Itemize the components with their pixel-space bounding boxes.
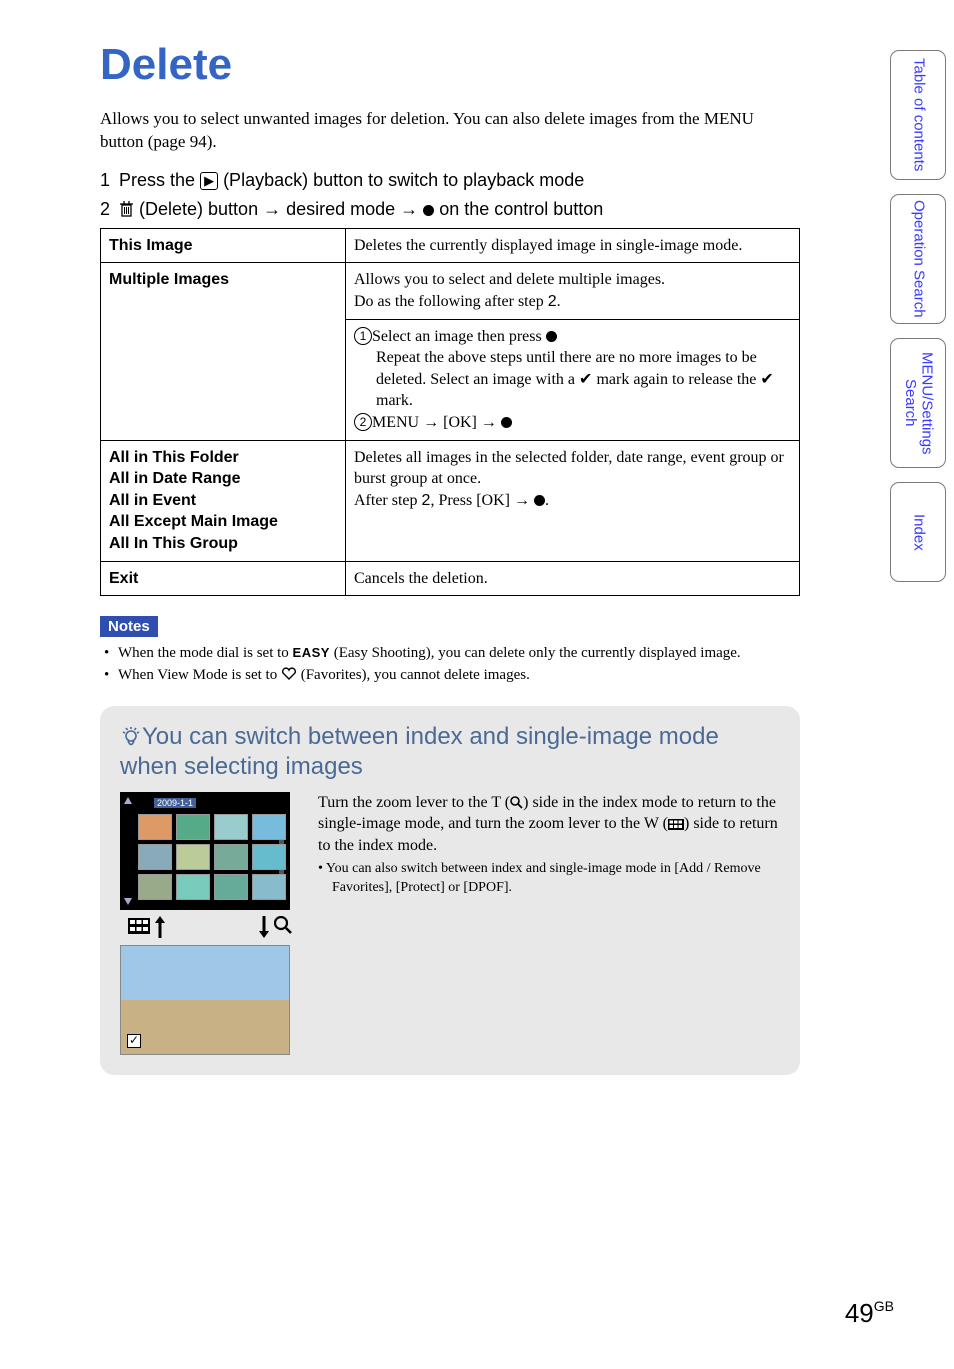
opt-this-image: This Image	[101, 228, 346, 263]
magnify-icon	[258, 916, 292, 939]
note-item: When View Mode is set to (Favorites), yo…	[104, 665, 894, 685]
tip-title: You can switch between index and single-…	[120, 722, 780, 782]
index-icon	[668, 819, 684, 830]
bulb-icon	[120, 726, 142, 748]
single-mode-screenshot	[120, 945, 290, 1055]
tip-box: You can switch between index and single-…	[100, 706, 800, 1075]
opt-all-group-desc: Deletes all images in the selected folde…	[346, 440, 800, 561]
tab-index[interactable]: Index	[890, 482, 946, 582]
arrow-icon: →	[514, 492, 530, 509]
magnify-icon	[510, 796, 523, 809]
table-row: All in This Folder All in Date Range All…	[101, 440, 800, 561]
center-button-icon	[546, 331, 557, 342]
check-icon	[127, 1034, 141, 1048]
center-button-icon	[534, 495, 545, 506]
notes-badge: Notes	[100, 616, 158, 637]
check-icon: ✔	[760, 371, 773, 388]
table-row: Exit Cancels the deletion.	[101, 561, 800, 596]
opt-multiple-images-desc: Allows you to select and delete multiple…	[346, 263, 800, 319]
step-2: 2 (Delete) button → desired mode → on th…	[100, 199, 894, 220]
opt-this-image-desc: Deletes the currently displayed image in…	[346, 228, 800, 263]
step-1: 1 Press the ▶ (Playback) button to switc…	[100, 170, 894, 191]
easy-mode-icon: EASY	[293, 645, 330, 660]
page-title: Delete	[100, 40, 894, 90]
check-icon: ✔	[579, 371, 592, 388]
side-tabs: Table of contents Operation Search MENU/…	[890, 50, 946, 596]
opt-exit: Exit	[101, 561, 346, 596]
playback-icon: ▶	[200, 172, 218, 190]
arrow-icon: →	[263, 199, 281, 219]
arrow-icon: →	[423, 414, 439, 431]
trash-icon	[119, 200, 134, 217]
options-table: This Image Deletes the currently display…	[100, 228, 800, 596]
up-arrow-icon	[124, 796, 132, 804]
center-button-icon	[501, 417, 512, 428]
down-arrow-icon	[124, 898, 132, 906]
center-button-icon	[423, 205, 434, 216]
heart-icon	[281, 667, 297, 681]
tip-images: 2009-1-1	[120, 792, 300, 1055]
step-number-1-icon: 1	[354, 327, 372, 345]
tab-toc[interactable]: Table of contents	[890, 50, 946, 180]
opt-multiple-images-steps: 1Select an image then press Repeat the a…	[346, 319, 800, 440]
opt-exit-desc: Cancels the deletion.	[346, 561, 800, 596]
table-row: This Image Deletes the currently display…	[101, 228, 800, 263]
index-icon	[128, 916, 166, 939]
notes-list: When the mode dial is set to EASY (Easy …	[104, 643, 894, 686]
opt-multiple-images: Multiple Images	[101, 263, 346, 440]
step-number-2-icon: 2	[354, 413, 372, 431]
opt-all-group: All in This Folder All in Date Range All…	[101, 440, 346, 561]
arrow-icon: →	[400, 199, 418, 219]
arrow-icon: →	[481, 414, 497, 431]
tab-operation-search[interactable]: Operation Search	[890, 194, 946, 324]
intro-text: Allows you to select unwanted images for…	[100, 108, 790, 154]
table-row: Multiple Images Allows you to select and…	[101, 263, 800, 319]
tab-menu-settings-search[interactable]: MENU/Settings Search	[890, 338, 946, 468]
note-item: When the mode dial is set to EASY (Easy …	[104, 643, 894, 663]
index-mode-screenshot: 2009-1-1	[120, 792, 290, 910]
tip-text: Turn the zoom lever to the T () side in …	[318, 792, 780, 1055]
page-number: 49GB	[845, 1298, 894, 1329]
date-label: 2009-1-1	[154, 798, 196, 808]
